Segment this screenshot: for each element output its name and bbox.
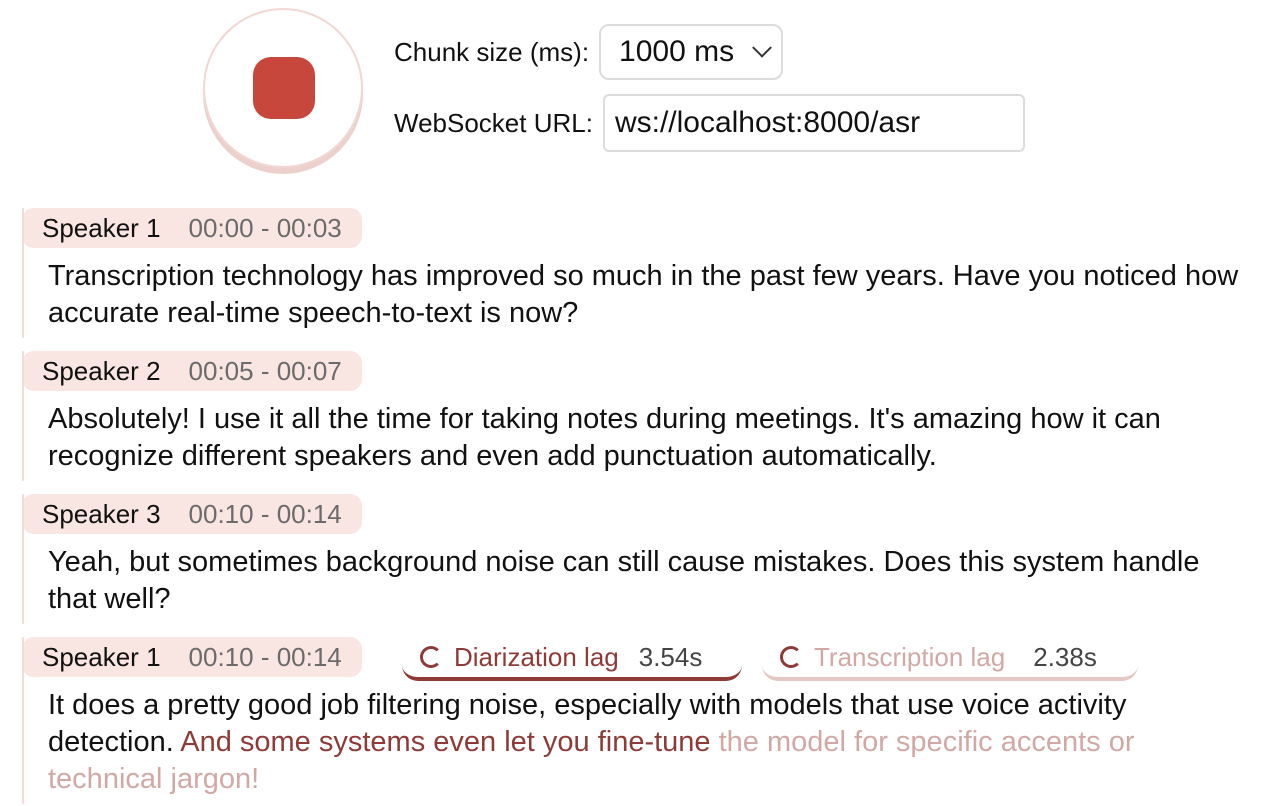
- diarization-lag-value: 3.54s: [638, 641, 703, 672]
- timestamp: 00:10 - 00:14: [188, 641, 342, 672]
- transcript-text: Absolutely! I use it all the time for ta…: [48, 403, 1161, 472]
- websocket-url-value: ws://localhost:8000/asr: [614, 106, 921, 139]
- buffer-diarization-text: And some systems even let you fine-tune: [173, 726, 711, 758]
- chunk-size-value: 1000 ms: [619, 35, 735, 68]
- websocket-url-input[interactable]: ws://localhost:8000/asr: [602, 94, 1025, 152]
- transcript-line: Speaker 2 00:05 - 00:07 Absolutely! I us…: [22, 351, 1252, 481]
- speaker-badge: Speaker 2 00:05 - 00:07: [22, 351, 362, 391]
- transcription-lag-value: 2.38s: [1033, 641, 1097, 672]
- speaker-name: Speaker 2: [42, 355, 161, 386]
- transcription-lag-label: Transcription lag: [814, 641, 1006, 672]
- settings-panel: Chunk size (ms): 1000 ms WebSocket URL: …: [394, 22, 1025, 154]
- record-button[interactable]: [203, 8, 363, 168]
- stop-square-icon: [253, 57, 315, 119]
- websocket-url-label: WebSocket URL:: [394, 107, 593, 138]
- speaker-name: Speaker 1: [42, 641, 161, 672]
- divider: [22, 351, 24, 481]
- speaker-name: Speaker 3: [42, 498, 161, 529]
- chevron-down-icon: [752, 37, 772, 58]
- speaker-name: Speaker 1: [42, 212, 161, 243]
- divider: [22, 637, 24, 804]
- timestamp: 00:00 - 00:03: [188, 212, 342, 243]
- transcript-text: It does a pretty good job filtering nois…: [48, 687, 1248, 798]
- chunk-size-label: Chunk size (ms):: [394, 36, 590, 67]
- transcript-line: Speaker 1 00:00 - 00:03 Transcription te…: [22, 208, 1252, 338]
- transcript-line-live: Speaker 1 00:10 - 00:14 Diarization lag …: [22, 637, 1252, 804]
- speaker-badge: Speaker 1 00:00 - 00:03: [22, 208, 362, 248]
- timestamp: 00:10 - 00:14: [188, 498, 342, 529]
- timestamp: 00:05 - 00:07: [188, 355, 342, 386]
- speaker-badge: Speaker 1 00:10 - 00:14: [22, 637, 362, 677]
- divider: [22, 494, 24, 624]
- diarization-lag-label: Diarization lag: [454, 641, 619, 672]
- transcript-line: Speaker 3 00:10 - 00:14 Yeah, but someti…: [22, 494, 1252, 624]
- diarization-lag-indicator: Diarization lag 3.54s: [402, 637, 742, 681]
- transcript-text: Transcription technology has improved so…: [48, 260, 1239, 329]
- loading-spinner-icon: [420, 646, 442, 668]
- transcription-lag-indicator: Transcription lag 2.38s: [762, 637, 1138, 681]
- speaker-badge: Speaker 3 00:10 - 00:14: [22, 494, 362, 534]
- loading-spinner-icon: [780, 646, 802, 668]
- divider: [22, 208, 24, 338]
- chunk-size-select[interactable]: 1000 ms: [599, 24, 784, 80]
- transcript-text: Yeah, but sometimes background noise can…: [48, 546, 1200, 615]
